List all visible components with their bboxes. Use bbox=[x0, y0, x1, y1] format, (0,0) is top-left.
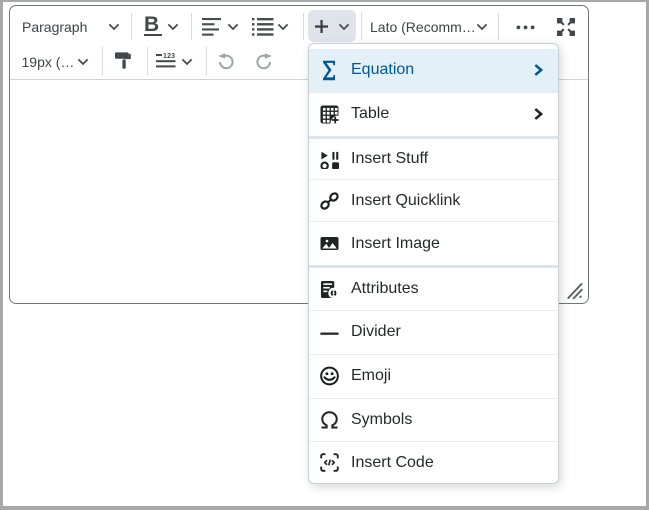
svg-text:123: 123 bbox=[163, 53, 175, 60]
